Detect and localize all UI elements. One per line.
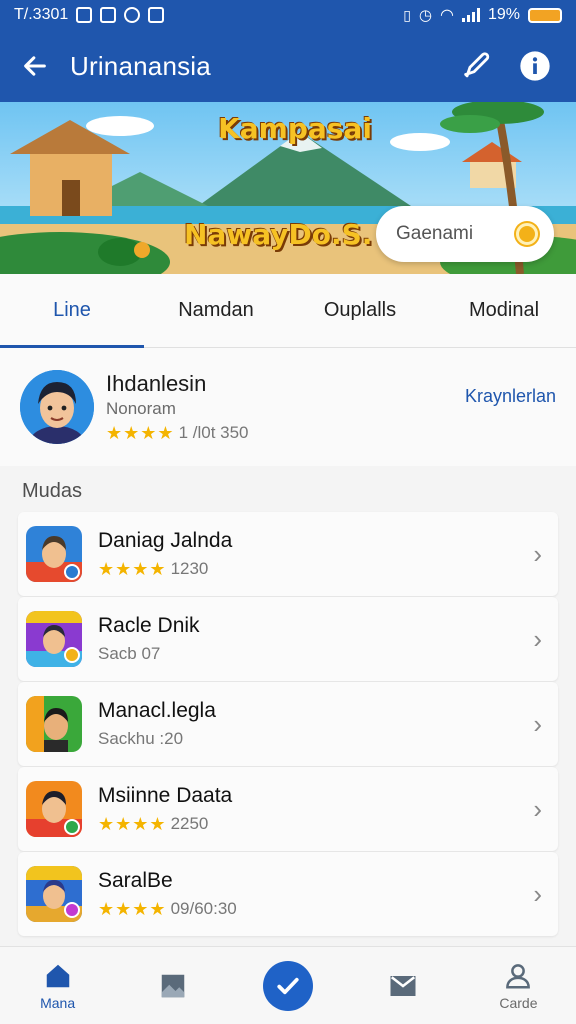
vibrate-icon: ▯ — [403, 6, 411, 23]
item-title: Manacl.legla — [98, 699, 216, 722]
back-button[interactable] — [0, 30, 70, 102]
tab-bar: Line Namdan Ouplalls Modinal — [0, 274, 576, 348]
chevron-right-icon: › — [533, 793, 542, 824]
item-title: SaralBe — [98, 868, 173, 892]
avatar-illustration — [20, 370, 94, 444]
battery-icon — [528, 7, 562, 23]
home-icon — [46, 964, 69, 987]
star-icon: ★ — [157, 422, 173, 443]
star-rating: ★ ★ ★ ★ — [98, 558, 166, 580]
profile-subtitle: Nonoram — [106, 398, 176, 418]
star-icon: ★ — [115, 813, 131, 834]
list-item[interactable]: Racle Dnik Sacb 07 › — [18, 597, 558, 681]
item-thumbnail — [26, 611, 82, 667]
status-bar: T/.3301 ▯ ◷ ◠ 19% — [0, 0, 576, 30]
star-icon: ★ — [98, 558, 114, 579]
star-rating: ★ ★ ★ ★ — [106, 422, 174, 444]
list-item[interactable]: Manacl.legla Sackhu :20 › — [18, 682, 558, 766]
page-title: Urinanansia — [70, 50, 211, 81]
item-title: Daniag Jalnda — [98, 528, 233, 552]
item-meta: Sacb 07 — [98, 644, 161, 663]
item-title: Msiinne Daata — [98, 783, 233, 807]
star-icon: ★ — [106, 422, 122, 443]
item-thumbnail — [26, 526, 82, 582]
star-icon: ★ — [123, 422, 139, 443]
profile-name: Ihdanlesin — [106, 370, 207, 396]
star-rating: ★ ★ ★ ★ — [98, 813, 166, 835]
star-icon: ★ — [115, 558, 131, 579]
check-button[interactable] — [263, 960, 313, 1011]
tab-namdan[interactable]: Namdan — [144, 274, 288, 347]
camera-notification-icon — [124, 7, 141, 23]
chevron-right-icon: › — [533, 538, 542, 569]
nav-home-label: Mana — [40, 994, 76, 1011]
info-button[interactable] — [516, 47, 554, 85]
item-meta: Sackhu :20 — [98, 729, 184, 748]
item-thumbnail — [26, 866, 82, 922]
list-item[interactable]: Msiinne Daata ★ ★ ★ ★ 2250 › — [18, 767, 558, 851]
banner-subtitle: NawayDo.S. — [184, 218, 373, 251]
item-title: Racle Dnik — [98, 614, 200, 637]
profile-link[interactable]: Kraynlerlan — [465, 386, 556, 407]
search-placeholder: Gaenami — [396, 223, 474, 244]
star-icon: ★ — [132, 558, 148, 579]
signal-icon — [461, 8, 480, 22]
item-meta: 09/60:30 — [170, 899, 237, 918]
list-item[interactable]: SaralBe ★ ★ ★ ★ 09/60:30 › — [18, 852, 558, 936]
mail-notification-icon — [100, 7, 117, 23]
profile-rating-text: 1 /l0t 350 — [178, 423, 249, 442]
search-pill[interactable]: Gaenami — [376, 206, 554, 262]
list-item[interactable]: Daniag Jalnda ★ ★ ★ ★ 1230 › — [18, 512, 558, 596]
status-time: T/.3301 — [14, 6, 69, 23]
profile-icon — [506, 963, 531, 988]
wifi-icon: ◠ — [440, 7, 454, 24]
tab-ouplalls[interactable]: Ouplalls — [288, 274, 432, 347]
tab-line[interactable]: Line — [0, 274, 144, 348]
battery-percent: 19% — [487, 6, 520, 23]
item-meta: 2250 — [170, 814, 209, 833]
avatar[interactable] — [20, 370, 94, 444]
star-icon: ★ — [132, 898, 148, 919]
tab-modinal[interactable]: Modinal — [432, 274, 576, 347]
item-thumbnail — [26, 696, 82, 752]
item-meta: 1230 — [170, 559, 209, 578]
chevron-right-icon: › — [533, 708, 542, 739]
nav-mail[interactable] — [346, 947, 461, 1024]
check-icon — [277, 977, 299, 994]
star-icon: ★ — [149, 898, 165, 919]
mail-icon — [390, 975, 416, 996]
star-icon: ★ — [149, 558, 165, 579]
bottom-navigation: Mana Carde — [0, 946, 576, 1024]
star-icon: ★ — [140, 422, 156, 443]
nav-profile-label: Carde — [499, 994, 538, 1011]
star-rating: ★ ★ ★ ★ — [98, 898, 166, 920]
notification-icon — [76, 7, 93, 23]
item-thumbnail — [26, 781, 82, 837]
edit-button[interactable] — [458, 47, 496, 85]
item-list: Daniag Jalnda ★ ★ ★ ★ 1230 › Racle Dnik Sac… — [18, 512, 558, 937]
image-icon — [161, 974, 185, 997]
app-bar: Urinanansia — [0, 30, 576, 102]
star-icon: ★ — [98, 813, 114, 834]
nav-profile[interactable]: Carde — [461, 947, 576, 1024]
chevron-right-icon: › — [533, 623, 542, 654]
profile-card: Ihdanlesin Nonoram ★ ★ ★ ★ 1 /l0t 350 Krayn… — [0, 348, 576, 466]
star-icon: ★ — [98, 898, 114, 919]
star-icon: ★ — [149, 813, 165, 834]
info-icon — [520, 51, 550, 81]
coin-icon — [516, 223, 538, 245]
banner-title: Kampasai — [218, 112, 372, 145]
alarm-icon: ◷ — [418, 7, 432, 24]
download-notification-icon — [148, 7, 165, 23]
pen-icon — [464, 52, 490, 78]
nav-home[interactable]: Mana — [0, 947, 115, 1024]
star-icon: ★ — [115, 898, 131, 919]
star-icon: ★ — [132, 813, 148, 834]
section-label: Mudas — [22, 480, 83, 502]
nav-gallery[interactable] — [115, 947, 230, 1024]
nav-check[interactable] — [230, 947, 345, 1024]
arrow-left-icon — [24, 56, 46, 76]
chevron-right-icon: › — [533, 878, 542, 909]
